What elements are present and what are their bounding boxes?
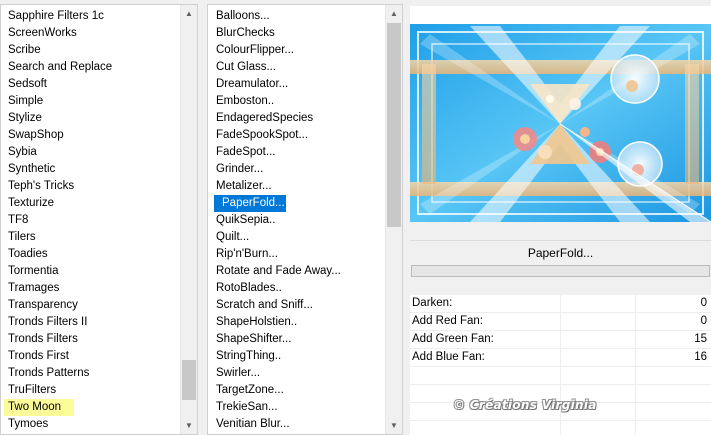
filter-item[interactable]: EndageredSpecies bbox=[208, 110, 385, 127]
category-item[interactable]: Toadies bbox=[1, 246, 180, 263]
category-item[interactable]: Sedsoft bbox=[1, 76, 180, 93]
parameter-value[interactable]: 0 bbox=[701, 295, 707, 312]
category-item[interactable]: Tymoes bbox=[1, 416, 180, 433]
category-scroll-thumb[interactable] bbox=[182, 360, 196, 400]
preview-image bbox=[410, 24, 711, 222]
category-scrollbar[interactable]: ▲ ▼ bbox=[180, 5, 197, 434]
filter-item[interactable]: Venitian Blur... bbox=[208, 416, 385, 433]
parameter-row[interactable]: Add Blue Fan: 16 bbox=[410, 349, 711, 367]
category-item[interactable]: Texturize bbox=[1, 195, 180, 212]
filter-item[interactable]: ColourFlipper... bbox=[208, 42, 385, 59]
filter-item[interactable]: Cut Glass... bbox=[208, 59, 385, 76]
category-item[interactable]: TruFilters bbox=[1, 382, 180, 399]
filter-items: Balloons... BlurChecks ColourFlipper... Cut… bbox=[208, 8, 385, 433]
filter-item[interactable]: Dreamulator... bbox=[208, 76, 385, 93]
category-item[interactable]: SwapShop bbox=[1, 127, 180, 144]
parameter-value[interactable]: 15 bbox=[694, 331, 707, 348]
category-list[interactable]: Sapphire Filters 1c ScreenWorks Scribe Sear… bbox=[0, 4, 198, 435]
parameter-row[interactable]: Add Red Fan: 0 bbox=[410, 313, 711, 331]
parameter-label: Add Red Fan: bbox=[412, 315, 483, 327]
filter-scroll-thumb[interactable] bbox=[387, 23, 401, 227]
category-item[interactable]: Tronds Filters II bbox=[1, 314, 180, 331]
category-item[interactable]: Sybia bbox=[1, 144, 180, 161]
filter-item[interactable]: Rotate and Fade Away... bbox=[208, 263, 385, 280]
category-items: Sapphire Filters 1c ScreenWorks Scribe Sear… bbox=[1, 8, 180, 433]
filter-item[interactable]: TrekieSan... bbox=[208, 399, 385, 416]
filter-item[interactable]: PaperFold... bbox=[214, 195, 286, 212]
filter-item[interactable]: ShapeShifter... bbox=[208, 331, 385, 348]
parameter-value[interactable]: 16 bbox=[694, 349, 707, 366]
filter-item[interactable]: Grinder... bbox=[208, 161, 385, 178]
category-item[interactable]: Simple bbox=[1, 93, 180, 110]
parameter-value[interactable]: 0 bbox=[701, 313, 707, 330]
parameter-panel: Darken: 0 Add Red Fan: 0 Add Green Fan: 15 Add… bbox=[410, 295, 711, 435]
filter-scrollbar[interactable]: ▲ ▼ bbox=[385, 5, 402, 434]
filter-item[interactable]: BlurChecks bbox=[208, 25, 385, 42]
parameter-label: Add Green Fan: bbox=[412, 333, 494, 345]
filter-item[interactable]: FadeSpookSpot... bbox=[208, 127, 385, 144]
filter-item[interactable]: QuikSepia.. bbox=[208, 212, 385, 229]
parameter-row[interactable]: Darken: 0 bbox=[410, 295, 711, 313]
category-item[interactable]: Transparency bbox=[1, 297, 180, 314]
filter-item[interactable]: Emboston.. bbox=[208, 93, 385, 110]
parameter-label: Darken: bbox=[412, 297, 453, 309]
scroll-down-icon[interactable]: ▼ bbox=[181, 417, 197, 434]
parameter-row-empty bbox=[410, 367, 711, 385]
filter-item[interactable]: ShapeHolstien.. bbox=[208, 314, 385, 331]
filter-item[interactable]: Metalizer... bbox=[208, 178, 385, 195]
category-item[interactable]: Tronds Filters bbox=[1, 331, 180, 348]
scroll-down-icon[interactable]: ▼ bbox=[386, 417, 402, 434]
filter-item[interactable]: Quilt... bbox=[208, 229, 385, 246]
preview-pane bbox=[410, 6, 711, 222]
category-item[interactable]: Stylize bbox=[1, 110, 180, 127]
category-item[interactable]: TF8 bbox=[1, 212, 180, 229]
category-item[interactable]: Synthetic bbox=[1, 161, 180, 178]
filter-item[interactable]: Swirler... bbox=[208, 365, 385, 382]
filter-list[interactable]: Balloons... BlurChecks ColourFlipper... Cut… bbox=[207, 4, 403, 435]
filter-item[interactable]: Rip'n'Burn... bbox=[208, 246, 385, 263]
filter-item[interactable]: StringThing.. bbox=[208, 348, 385, 365]
filter-item[interactable]: Scratch and Sniff... bbox=[208, 297, 385, 314]
filter-item[interactable]: RotoBlades.. bbox=[208, 280, 385, 297]
category-item[interactable]: Two Moon bbox=[4, 399, 74, 416]
preview-artwork bbox=[410, 24, 711, 222]
progress-bar bbox=[411, 265, 710, 277]
filter-name-button[interactable]: PaperFold... bbox=[410, 240, 711, 264]
parameter-rows: Darken: 0 Add Red Fan: 0 Add Green Fan: 15 Add… bbox=[410, 295, 711, 367]
category-item[interactable]: Tilers bbox=[1, 229, 180, 246]
parameter-row[interactable]: Add Green Fan: 15 bbox=[410, 331, 711, 349]
scroll-up-icon[interactable]: ▲ bbox=[181, 5, 197, 22]
scroll-up-icon[interactable]: ▲ bbox=[386, 5, 402, 22]
filter-item[interactable]: TargetZone... bbox=[208, 382, 385, 399]
filter-item[interactable]: FadeSpot... bbox=[208, 144, 385, 161]
category-item[interactable]: Tronds First bbox=[1, 348, 180, 365]
category-item[interactable]: Tormentia bbox=[1, 263, 180, 280]
category-item[interactable]: Tramages bbox=[1, 280, 180, 297]
watermark-text: © Créations Virginia bbox=[453, 398, 597, 412]
category-item[interactable]: Teph's Tricks bbox=[1, 178, 180, 195]
category-item[interactable]: Tronds Patterns bbox=[1, 365, 180, 382]
category-item[interactable]: Search and Replace bbox=[1, 59, 180, 76]
category-item[interactable]: ScreenWorks bbox=[1, 25, 180, 42]
filter-item[interactable]: Balloons... bbox=[208, 8, 385, 25]
category-item[interactable]: Scribe bbox=[1, 42, 180, 59]
category-item[interactable]: Sapphire Filters 1c bbox=[1, 8, 180, 25]
parameter-label: Add Blue Fan: bbox=[412, 351, 485, 363]
